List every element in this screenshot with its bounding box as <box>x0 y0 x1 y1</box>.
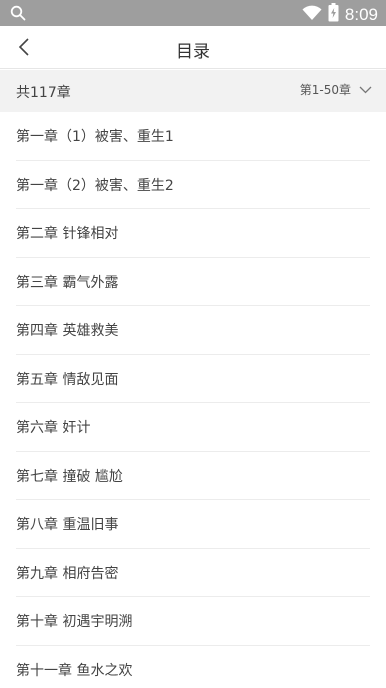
chapter-item[interactable]: 第九章 相府告密 <box>16 549 370 597</box>
chapter-item[interactable]: 第五章 情敌见面 <box>16 355 370 403</box>
chapter-item[interactable]: 第一章（1）被害、重生1 <box>16 112 370 161</box>
chapter-item[interactable]: 第十一章 鱼水之欢 <box>16 646 370 688</box>
chapter-title: 第一章（2）被害、重生2 <box>16 177 174 194</box>
status-bar: 8:09 <box>0 0 386 26</box>
page-title: 目录 <box>176 42 210 62</box>
chapter-summary-bar: 共117章 第1-50章 <box>0 70 386 112</box>
top-nav-bar: 目录 <box>0 26 386 69</box>
chapter-title: 第九章 相府告密 <box>16 565 119 582</box>
total-chapters: 共117章 <box>16 85 71 101</box>
chapter-title: 第四章 英雄救美 <box>16 323 119 339</box>
status-time: 8:09 <box>344 4 378 24</box>
chapter-title: 第五章 情敌见面 <box>16 371 119 388</box>
chapter-item[interactable]: 第十章 初遇宇明溯 <box>16 597 370 646</box>
chevron-down-icon <box>359 86 372 93</box>
chapter-item[interactable]: 第六章 奸计 <box>16 403 370 452</box>
chapter-range-label: 第1-50章 <box>299 83 351 97</box>
chapter-title: 第一章（1）被害、重生1 <box>16 129 174 145</box>
chapter-title: 第二章 针锋相对 <box>16 226 119 242</box>
chapter-title: 第十章 初遇宇明溯 <box>16 614 133 630</box>
chapter-title: 第十一章 鱼水之欢 <box>16 662 133 679</box>
chapter-item[interactable]: 第二章 针锋相对 <box>16 209 370 258</box>
chapter-title: 第三章 霸气外露 <box>16 274 119 291</box>
chapter-item[interactable]: 第八章 重温旧事 <box>16 500 370 549</box>
chapter-item[interactable]: 第一章（2）被害、重生2 <box>16 161 370 209</box>
battery-icon <box>328 3 339 26</box>
chapter-range-selector[interactable]: 第1-50章 <box>300 81 372 98</box>
chapter-item[interactable]: 第七章 撞破 尴尬 <box>16 452 370 500</box>
wifi-icon <box>302 5 322 25</box>
chapter-list: 第一章（1）被害、重生1 第一章（2）被害、重生2 第二章 针锋相对 第三章 霸… <box>0 112 386 688</box>
search-icon[interactable] <box>10 5 26 25</box>
chapter-title: 第八章 重温旧事 <box>16 517 119 533</box>
chapter-title: 第七章 撞破 尴尬 <box>16 468 123 485</box>
chapter-title: 第六章 奸计 <box>16 420 91 436</box>
chapter-item[interactable]: 第四章 英雄救美 <box>16 306 370 355</box>
chapter-item[interactable]: 第三章 霸气外露 <box>16 258 370 306</box>
